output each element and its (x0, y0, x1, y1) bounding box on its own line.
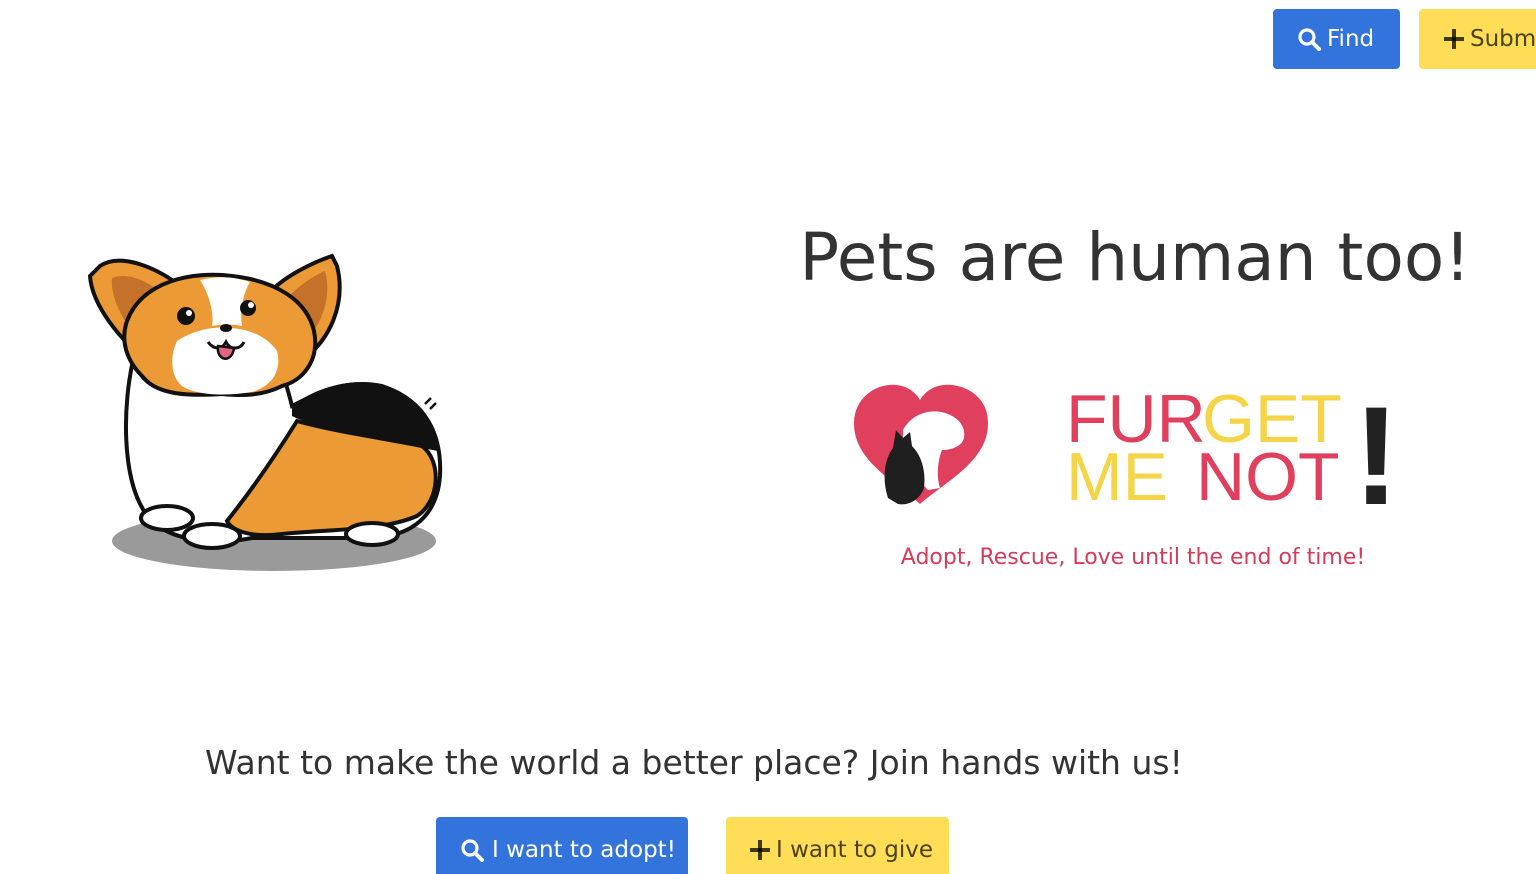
brand-line2-part1: ME (1066, 439, 1168, 510)
find-button-label: Find (1327, 26, 1375, 52)
find-button[interactable]: Find (1273, 9, 1400, 69)
submit-button[interactable]: Submit (1419, 9, 1536, 69)
give-button-label: I want to give (776, 837, 934, 863)
adopt-button-label: I want to adopt! (492, 837, 676, 863)
search-icon (460, 838, 484, 862)
cta-heading: Want to make the world a better place? J… (205, 743, 1183, 782)
corgi-illustration (87, 253, 443, 571)
search-icon (1297, 27, 1321, 51)
give-button[interactable]: I want to give (726, 817, 949, 874)
plus-icon (750, 840, 770, 860)
submit-button-label: Submit (1470, 26, 1536, 52)
hero-title: Pets are human too! (799, 219, 1471, 296)
brand-exclaim: ! (1353, 380, 1393, 510)
tagline: Adopt, Rescue, Love until the end of tim… (900, 545, 1366, 570)
adopt-button[interactable]: I want to adopt! (436, 817, 688, 874)
page: Find Submit (0, 0, 1536, 874)
brand-line2-part2: NOT (1196, 439, 1340, 510)
furget-me-not-logo: FUR GET ME NOT ! (853, 380, 1393, 510)
plus-icon (1444, 29, 1464, 49)
